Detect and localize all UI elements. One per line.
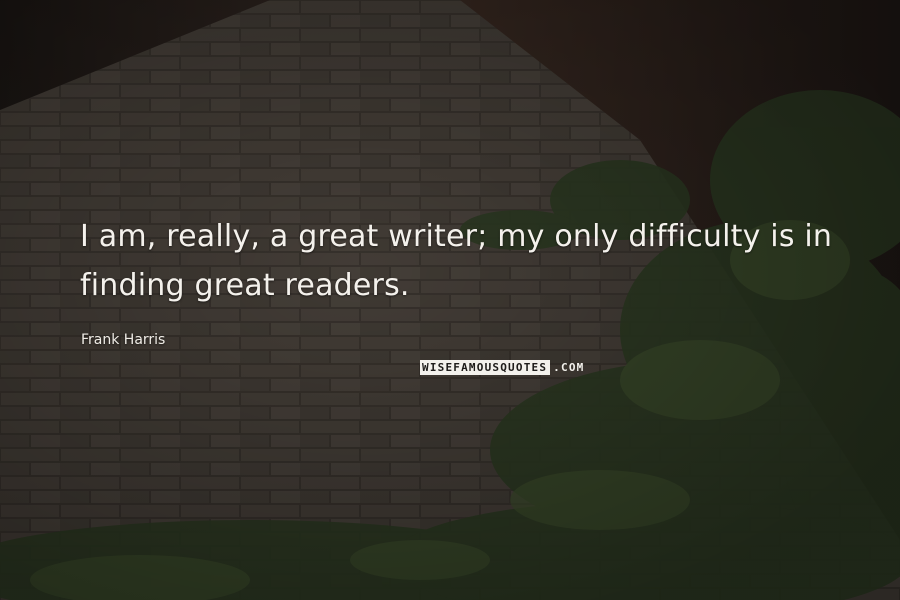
watermark-logo: WISEFAMOUSQUOTES .COM xyxy=(420,360,586,375)
quote-image: I am, really, a great writer; my only di… xyxy=(0,0,900,600)
quote-text: I am, really, a great writer; my only di… xyxy=(80,219,833,303)
watermark-name: WISEFAMOUSQUOTES xyxy=(420,360,551,375)
author-name: Frank Harris xyxy=(81,332,166,348)
watermark-domain: .COM xyxy=(553,361,585,374)
